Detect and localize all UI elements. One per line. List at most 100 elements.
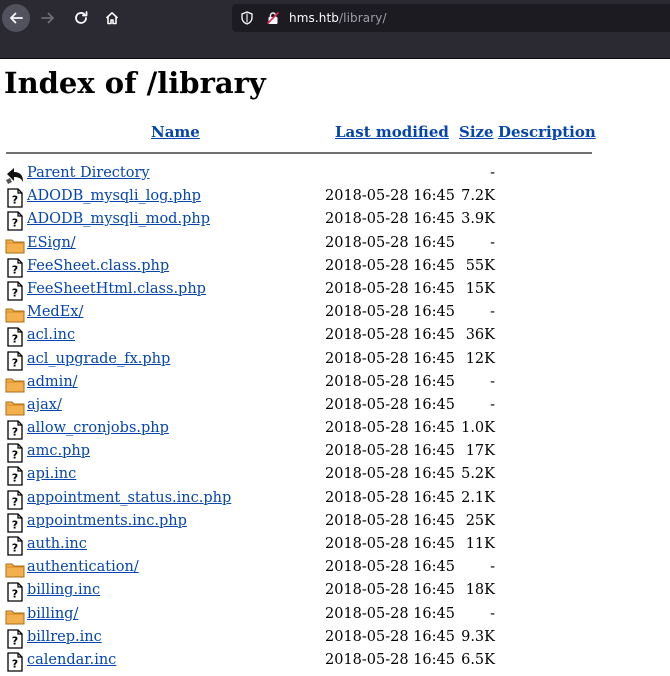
file-link[interactable]: appointment_status.inc.php	[27, 490, 231, 506]
svg-text:?: ?	[12, 286, 18, 299]
file-link[interactable]: allow_cronjobs.php	[27, 420, 169, 436]
file-size: -	[490, 304, 495, 321]
file-row: ? api.inc 2018-05-28 16:45 5.2K	[4, 464, 624, 487]
file-size: 18K	[465, 582, 495, 599]
folder-icon	[5, 606, 25, 626]
reload-button[interactable]	[67, 4, 95, 32]
file-size: 36K	[465, 327, 495, 344]
file-size: 11K	[465, 536, 495, 552]
file-size: -	[490, 559, 495, 576]
unknown-file-icon: ?	[5, 466, 25, 487]
last-modified: 2018-05-28 16:45	[325, 188, 455, 205]
last-modified: 2018-05-28 16:45	[325, 280, 455, 297]
file-link[interactable]: calendar.inc	[27, 652, 116, 668]
unknown-file-icon: ?	[5, 350, 25, 371]
file-link[interactable]: api.inc	[27, 466, 76, 482]
svg-text:?: ?	[12, 449, 18, 462]
unknown-file-icon: ?	[5, 629, 25, 649]
unknown-file-icon: ?	[5, 188, 25, 208]
svg-text:?: ?	[12, 263, 18, 276]
file-link[interactable]: acl.inc	[27, 327, 75, 343]
file-link[interactable]: billrep.inc	[27, 629, 102, 645]
file-link[interactable]: FeeSheet.class.php	[27, 258, 169, 274]
last-modified: 2018-05-28 16:45	[325, 373, 455, 390]
last-modified: 2018-05-28 16:45	[325, 466, 455, 483]
sort-by-name-link[interactable]: Name	[151, 123, 200, 143]
file-size: 12K	[465, 350, 495, 367]
folder-icon	[5, 235, 25, 255]
insecure-lock-icon[interactable]	[266, 11, 280, 25]
shield-icon[interactable]	[240, 11, 254, 25]
svg-text:?: ?	[12, 542, 18, 555]
folder-icon	[5, 304, 25, 324]
unknown-file-icon: ?	[5, 258, 25, 278]
file-size: 9.3K	[461, 628, 495, 645]
file-row: ? billrep.inc 2018-05-28 16:45 9.3K	[4, 627, 624, 650]
svg-text:?: ?	[12, 356, 18, 369]
file-size: -	[490, 234, 495, 251]
file-size: 15K	[465, 280, 495, 297]
unknown-file-icon: ?	[5, 443, 25, 463]
last-modified: 2018-05-28 16:45	[325, 350, 455, 367]
svg-text:?: ?	[12, 333, 18, 346]
file-row: ? appointments.inc.php 2018-05-28 16:45 25K	[4, 511, 624, 534]
svg-text:?: ?	[12, 634, 18, 647]
last-modified: 2018-05-28 16:45	[325, 304, 455, 321]
file-link[interactable]: ajax/	[27, 397, 62, 413]
back-button[interactable]	[2, 4, 30, 32]
file-row: ? FeeSheet.class.php 2018-05-28 16:45 55K	[4, 256, 624, 279]
last-modified: 2018-05-28 16:45	[325, 234, 455, 251]
url-host: hms.htb	[289, 11, 339, 25]
file-link[interactable]: ESign/	[27, 235, 76, 251]
file-row: billing/2018-05-28 16:45 -	[4, 604, 624, 627]
file-link[interactable]: appointments.inc.php	[27, 513, 187, 529]
file-row: ajax/2018-05-28 16:45 -	[4, 395, 624, 418]
file-size: 25K	[465, 512, 495, 529]
file-row: ? amc.php 2018-05-28 16:45 17K	[4, 441, 624, 464]
last-modified: 2018-05-28 16:45	[325, 396, 455, 413]
file-size: 5.2K	[461, 466, 495, 483]
file-row: ? acl_upgrade_fx.php 2018-05-28 16:45 12K	[4, 349, 624, 372]
reload-icon	[75, 11, 88, 24]
file-size: 17K	[465, 443, 495, 460]
file-row: MedEx/2018-05-28 16:45 -	[4, 302, 624, 325]
file-link[interactable]: acl_upgrade_fx.php	[27, 351, 170, 367]
svg-text:?: ?	[12, 657, 18, 670]
file-size: -	[490, 165, 495, 181]
parent-directory-link[interactable]: Parent Directory	[27, 165, 150, 181]
file-size: -	[490, 605, 495, 622]
home-button[interactable]	[98, 4, 126, 32]
forward-button[interactable]	[34, 4, 62, 32]
last-modified: 2018-05-28 16:45	[325, 536, 455, 552]
sort-by-description-link[interactable]: Description	[498, 123, 596, 143]
file-size: -	[490, 396, 495, 413]
url-bar[interactable]: hms.htb/library/	[232, 4, 670, 32]
unknown-file-icon: ?	[5, 420, 25, 440]
last-modified: 2018-05-28 16:45	[325, 651, 455, 668]
url-text[interactable]: hms.htb/library/	[289, 11, 387, 25]
sort-by-last-modified-link[interactable]: Last modified	[335, 123, 449, 143]
file-link[interactable]: admin/	[27, 374, 78, 390]
last-modified: 2018-05-28 16:45	[325, 257, 455, 274]
sort-by-size-link[interactable]: Size	[459, 123, 494, 143]
arrow-right-icon	[41, 12, 54, 24]
file-link[interactable]: MedEx/	[27, 304, 83, 320]
file-link[interactable]: billing.inc	[27, 582, 100, 598]
file-link[interactable]: FeeSheetHtml.class.php	[27, 281, 206, 297]
file-size: 7.2K	[461, 188, 495, 205]
file-row: ? FeeSheetHtml.class.php 2018-05-28 16:45 1…	[4, 279, 624, 302]
parent-directory-row: Parent Directory -	[4, 163, 624, 186]
file-link[interactable]: authentication/	[27, 559, 139, 575]
file-link[interactable]: billing/	[27, 606, 78, 622]
file-row: ? ADODB_mysqli_mod.php 2018-05-28 16:45 3.9…	[4, 209, 624, 232]
file-size: 55K	[465, 257, 495, 274]
file-size: 2.1K	[461, 489, 495, 506]
svg-text:?: ?	[12, 426, 18, 439]
file-link[interactable]: amc.php	[27, 443, 90, 459]
file-link[interactable]: ADODB_mysqli_mod.php	[27, 211, 210, 227]
file-row: admin/2018-05-28 16:45 -	[4, 372, 624, 395]
file-link[interactable]: ADODB_mysqli_log.php	[27, 188, 201, 204]
last-modified: 2018-05-28 16:45	[325, 327, 455, 344]
last-modified: 2018-05-28 16:45	[325, 211, 455, 228]
file-link[interactable]: auth.inc	[27, 536, 87, 552]
